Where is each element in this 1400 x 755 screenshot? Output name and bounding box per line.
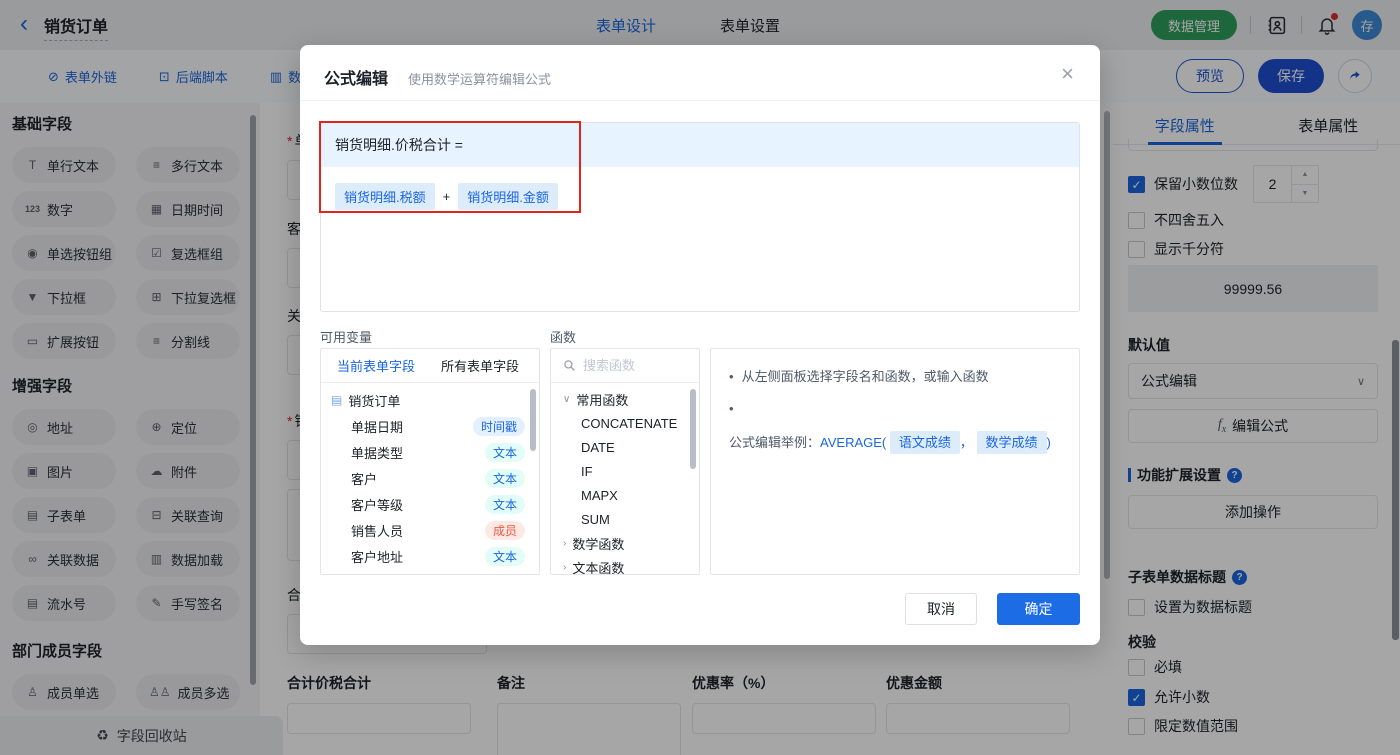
function-item[interactable]: DATE xyxy=(551,435,699,459)
function-search xyxy=(551,349,699,383)
function-item[interactable]: IF xyxy=(551,459,699,483)
cancel-button[interactable]: 取消 xyxy=(905,593,977,625)
functions-label: 函数 xyxy=(550,330,577,345)
type-badge: 文本 xyxy=(484,442,525,462)
function-group-text[interactable]: › 文本函数 xyxy=(551,555,699,575)
function-group-common[interactable]: ∨ 常用函数 xyxy=(551,387,699,411)
formula-edit-modal: 公式编辑 使用数学运算符编辑公式 × 销货明细.价税合计 = 销货明细.税额 +… xyxy=(300,45,1100,645)
app-window: ‹ 销货订单 表单设计 表单设置 数据管理 存 ⊘表单外链 ⊡后端脚本 ▥数据权 xyxy=(0,0,1400,755)
example-function-close: ) xyxy=(1046,435,1051,450)
type-badge: 文本 xyxy=(484,494,525,514)
variables-panel: 当前表单字段 所有表单字段 ▤ 销货订单 单据日期 时间戳 单据类型 文本 客户 文本… xyxy=(320,348,540,575)
variable-row[interactable]: 客户等级 文本 xyxy=(321,491,539,517)
help-panel: • 从左侧面板选择字段名和函数，或输入函数 • 公式编辑举例：AVERAGE( … xyxy=(710,348,1080,575)
close-icon[interactable]: × xyxy=(1061,61,1074,87)
chevron-down-icon: ∨ xyxy=(563,393,571,405)
function-item[interactable]: SUM xyxy=(551,507,699,531)
functions-scrollbar[interactable] xyxy=(690,389,696,469)
variables-label: 可用变量 xyxy=(320,330,373,345)
variable-row[interactable]: 客户地址 文本 xyxy=(321,543,539,569)
example-function-open: AVERAGE( xyxy=(820,435,887,450)
formula-editor[interactable]: 销货明细.价税合计 = 销货明细.税额 + 销货明细.金额 xyxy=(319,121,1080,312)
variable-row[interactable]: 销售人员 成员 xyxy=(321,517,539,543)
variable-tabs: 当前表单字段 所有表单字段 xyxy=(321,349,539,383)
chevron-right-icon: › xyxy=(563,537,567,549)
type-badge: 文本 xyxy=(484,468,525,488)
search-function-input[interactable] xyxy=(583,358,683,373)
type-badge: 时间戳 xyxy=(472,416,525,436)
modal-subtitle: 使用数学运算符编辑公式 xyxy=(408,72,552,87)
help-bullet-1: • 从左侧面板选择字段名和函数，或输入函数 xyxy=(729,369,989,384)
variables-scrollbar[interactable] xyxy=(530,389,536,451)
chevron-right-icon: › xyxy=(563,561,567,573)
tab-all-form-fields[interactable]: 所有表单字段 xyxy=(441,356,519,375)
formula-expression: 销货明细.税额 + 销货明细.金额 xyxy=(335,183,558,210)
formula-target: 销货明细.价税合计 = xyxy=(321,123,1079,167)
type-badge: 文本 xyxy=(484,546,525,566)
function-group-math[interactable]: › 数学函数 xyxy=(551,531,699,555)
formula-operator[interactable]: + xyxy=(443,189,451,204)
variable-row[interactable]: 单据类型 文本 xyxy=(321,439,539,465)
function-item[interactable]: MAPX xyxy=(551,483,699,507)
variable-row[interactable]: 客户 文本 xyxy=(321,465,539,491)
modal-footer: 取消 确定 xyxy=(905,593,1080,625)
search-icon xyxy=(564,360,575,371)
tab-current-form-fields[interactable]: 当前表单字段 xyxy=(337,356,415,375)
example-field-chip: 语文成绩 xyxy=(889,431,960,454)
help-bullet-2: • 公式编辑举例：AVERAGE( 语文成绩， 数学成绩) xyxy=(729,396,1061,456)
functions-panel: ∨常用函数 CONCATENATE DATE IF MAPX SUM ›数学函数… xyxy=(550,348,700,575)
modal-title: 公式编辑 xyxy=(324,71,389,88)
variable-row[interactable]: 单据日期 时间戳 xyxy=(321,413,539,439)
variable-tree-root[interactable]: ▤ 销货订单 xyxy=(321,387,539,413)
form-doc-icon: ▤ xyxy=(331,393,343,407)
modal-divider xyxy=(300,100,1100,101)
formula-field-token[interactable]: 销货明细.税额 xyxy=(335,183,435,210)
type-badge: 成员 xyxy=(484,520,525,540)
formula-field-token[interactable]: 销货明细.金额 xyxy=(458,183,558,210)
confirm-button[interactable]: 确定 xyxy=(997,593,1080,625)
function-item[interactable]: CONCATENATE xyxy=(551,411,699,435)
example-field-chip: 数学成绩 xyxy=(976,431,1047,454)
